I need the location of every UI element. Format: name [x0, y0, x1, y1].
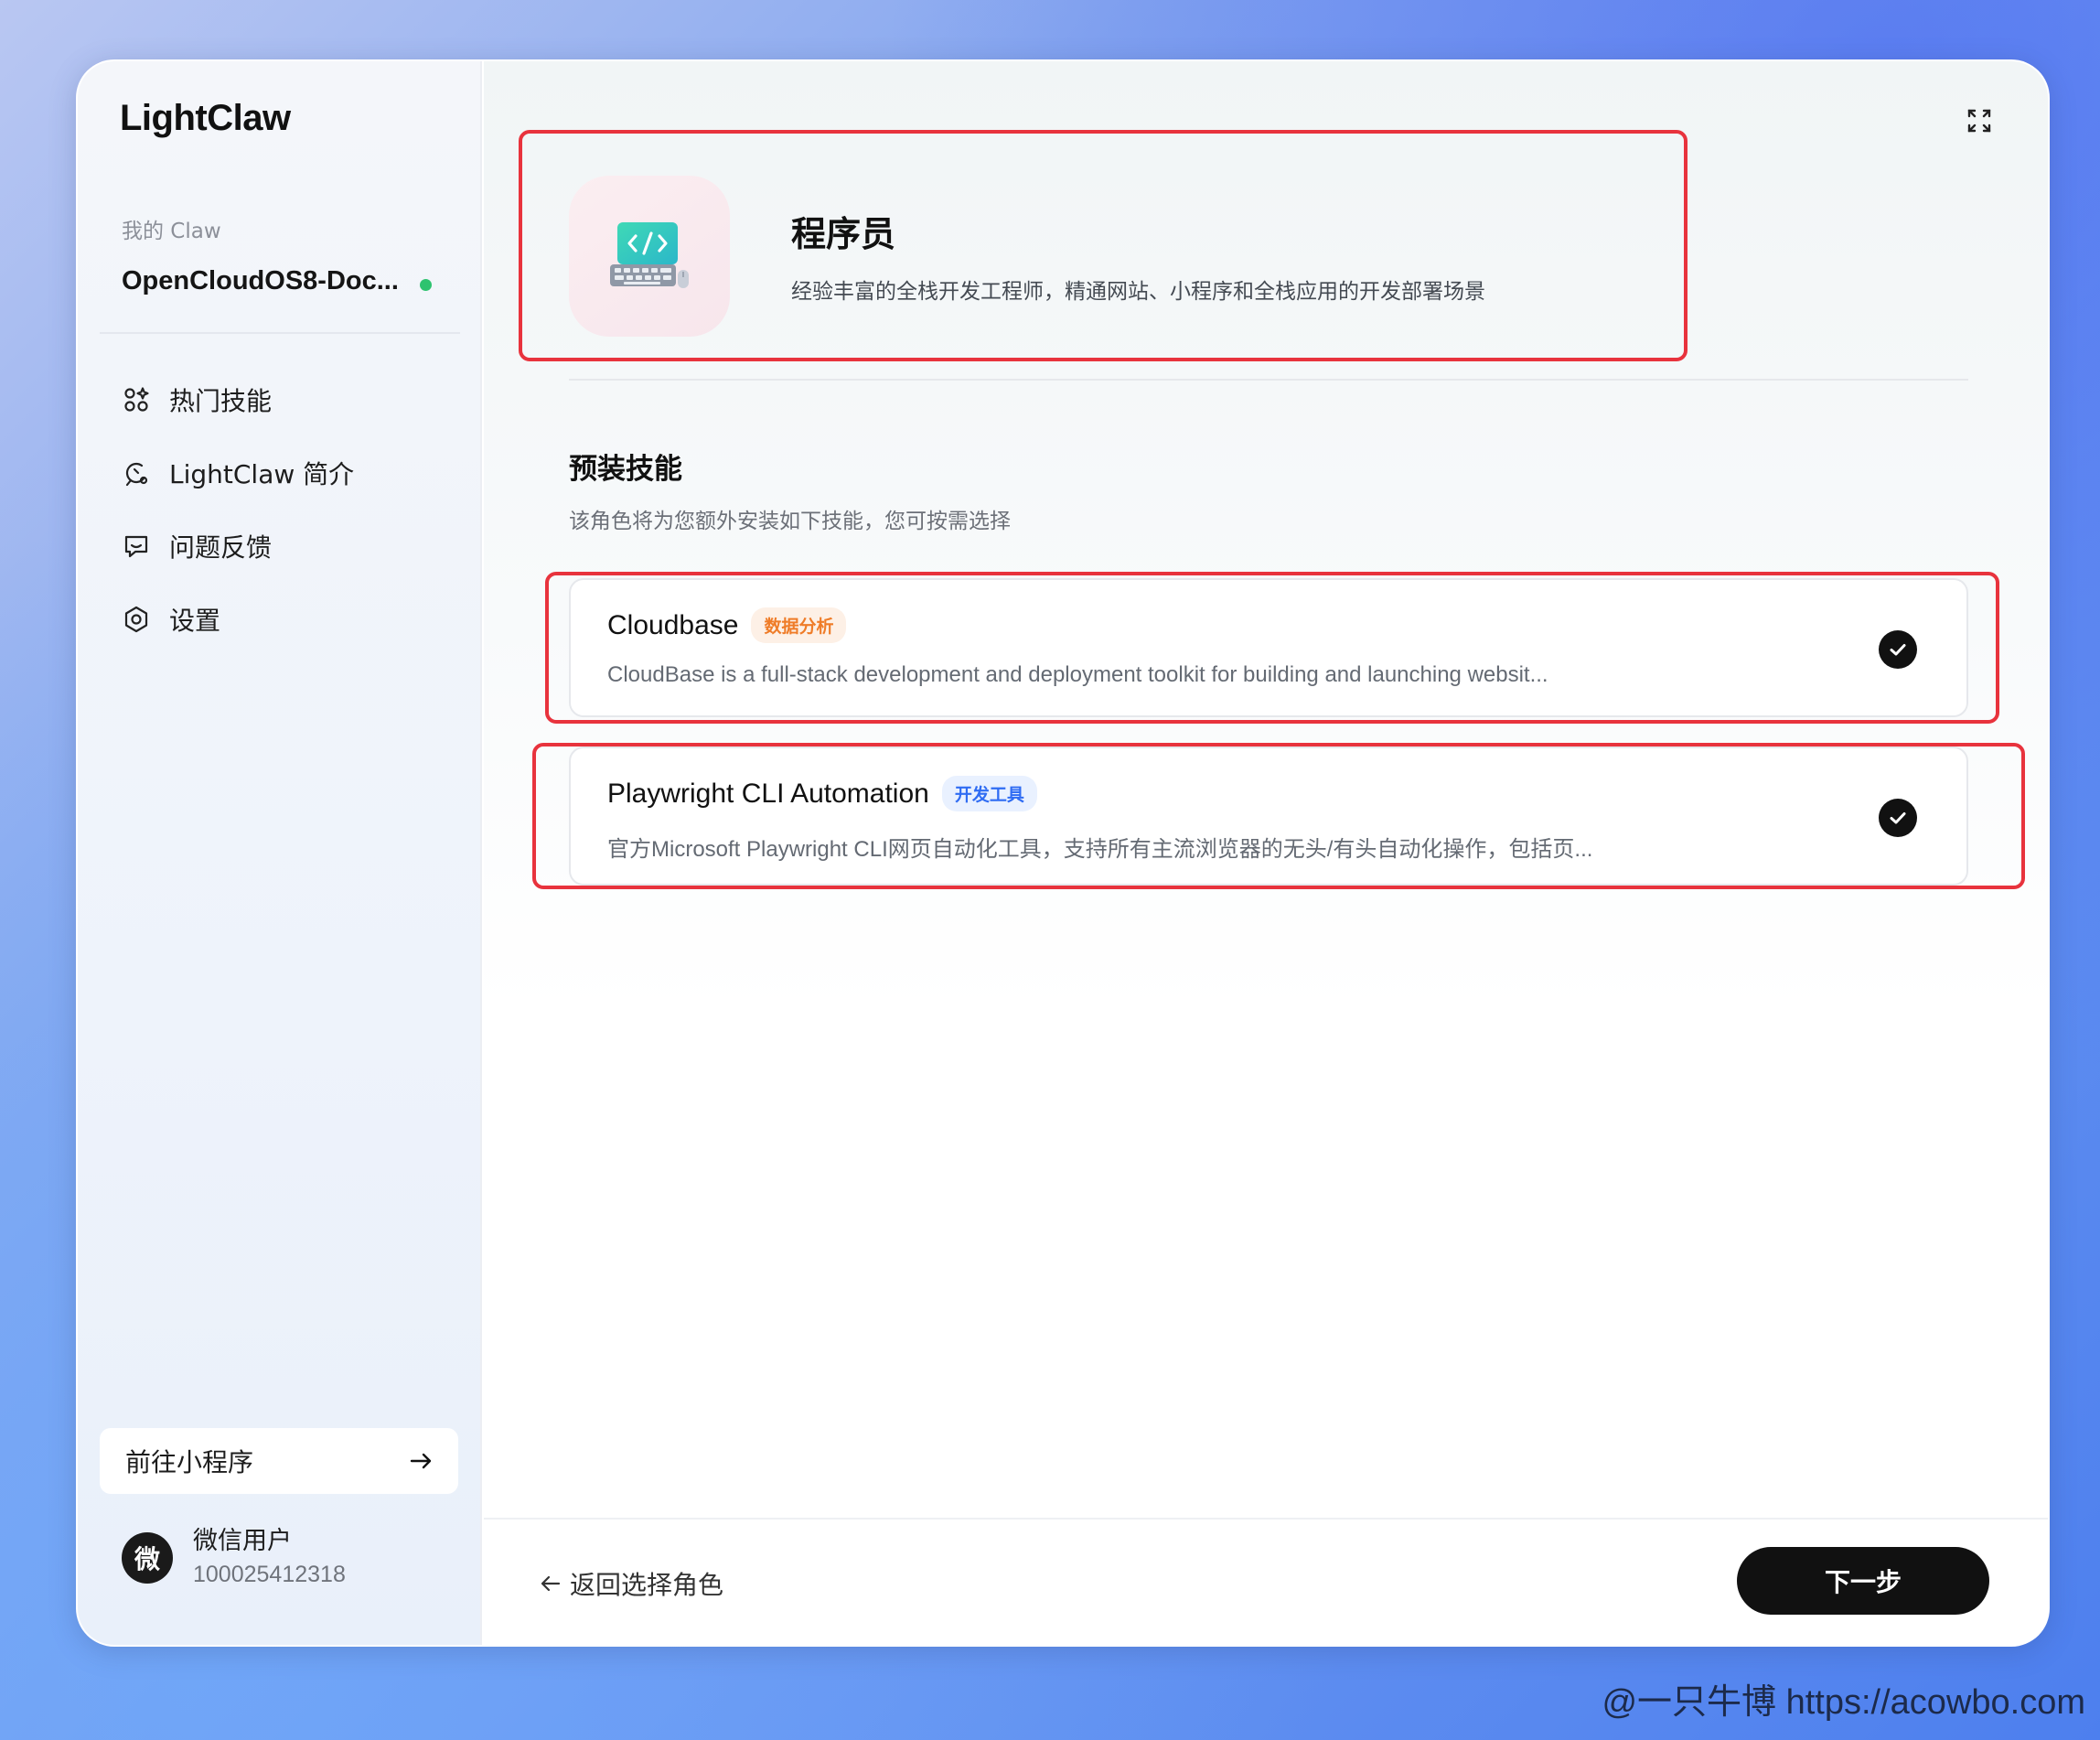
user-id: 100025412318 — [193, 1562, 346, 1587]
skill-card-playwright[interactable]: Playwright CLI Automation 开发工具 官方Microso… — [569, 746, 1968, 886]
programmer-role-icon — [569, 176, 730, 337]
main-panel: 程序员 经验丰富的全栈开发工程师，精通网站、小程序和全栈应用的开发部署场景 预装… — [484, 61, 2048, 1645]
my-claw-label: 我的 Claw — [122, 220, 221, 243]
feedback-icon — [122, 532, 151, 561]
skill-name: Playwright CLI Automation — [607, 778, 929, 809]
sidebar-item-label: 问题反馈 — [169, 532, 273, 563]
content-divider — [569, 379, 1968, 381]
next-step-button[interactable]: 下一步 — [1737, 1547, 1989, 1615]
claw-info-icon — [122, 458, 151, 488]
skill-name: Cloudbase — [607, 609, 739, 640]
sidebar-nav: 热门技能 LightClaw 简介 问题反馈 设置 — [122, 363, 460, 656]
sidebar: LightClaw 我的 Claw OpenCloudOS8-Doc... 热门… — [78, 61, 482, 1645]
check-icon — [1890, 812, 1906, 824]
fullscreen-icon[interactable] — [1966, 107, 1993, 134]
back-to-role-selection-link[interactable]: 返回选择角色 — [539, 1565, 723, 1602]
back-label: 返回选择角色 — [570, 1570, 724, 1600]
skill-description: CloudBase is a full-stack development an… — [607, 662, 1548, 687]
skill-title-row: Playwright CLI Automation 开发工具 — [607, 776, 1037, 811]
skill-card-cloudbase[interactable]: Cloudbase 数据分析 CloudBase is a full-stack… — [569, 578, 1968, 717]
skill-title-row: Cloudbase 数据分析 — [607, 607, 847, 643]
preinstalled-skills-title: 预装技能 — [569, 453, 682, 486]
sidebar-divider — [100, 332, 460, 334]
footer-bar: 返回选择角色 下一步 — [484, 1518, 2048, 1645]
settings-icon — [122, 605, 151, 634]
user-profile[interactable]: 微 微信用户 100025412318 — [122, 1525, 346, 1591]
sidebar-item-lightclaw-intro[interactable]: LightClaw 简介 — [122, 436, 460, 510]
role-description: 经验丰富的全栈开发工程师，精通网站、小程序和全栈应用的开发部署场景 — [791, 280, 1485, 304]
sidebar-item-hot-skills[interactable]: 热门技能 — [122, 363, 460, 436]
sidebar-item-label: 设置 — [169, 606, 221, 636]
mini-program-label: 前往小程序 — [125, 1447, 254, 1477]
sidebar-item-feedback[interactable]: 问题反馈 — [122, 510, 460, 583]
app-logo: LightClaw — [120, 98, 291, 138]
sidebar-item-label: 热门技能 — [169, 386, 273, 416]
sidebar-item-settings[interactable]: 设置 — [122, 583, 460, 656]
sidebar-item-label: LightClaw 简介 — [169, 459, 355, 489]
watermark: @一只牛博 https://acowbo.com — [1602, 1683, 2085, 1722]
skill-checkbox[interactable] — [1879, 799, 1917, 837]
skill-tag: 开发工具 — [941, 776, 1037, 811]
user-name: 微信用户 — [193, 1527, 292, 1555]
go-mini-program-button[interactable]: 前往小程序 — [100, 1428, 458, 1494]
code-keyboard-icon — [610, 222, 689, 288]
role-title: 程序员 — [791, 214, 896, 254]
check-icon — [1890, 644, 1906, 656]
online-status-dot — [420, 279, 432, 291]
skill-tag: 数据分析 — [751, 607, 847, 643]
avatar: 微 — [122, 1532, 173, 1584]
skill-description: 官方Microsoft Playwright CLI网页自动化工具，支持所有主流… — [607, 837, 1593, 862]
app-window: LightClaw 我的 Claw OpenCloudOS8-Doc... 热门… — [76, 59, 2050, 1647]
apps-sparkle-icon — [122, 385, 151, 414]
claw-instance-name[interactable]: OpenCloudOS8-Doc... — [122, 266, 399, 296]
arrow-right-icon — [410, 1453, 432, 1469]
skill-checkbox[interactable] — [1879, 630, 1917, 669]
preinstalled-skills-subtitle: 该角色将为您额外安装如下技能，您可按需选择 — [569, 510, 1011, 533]
arrow-left-icon — [541, 1575, 561, 1592]
